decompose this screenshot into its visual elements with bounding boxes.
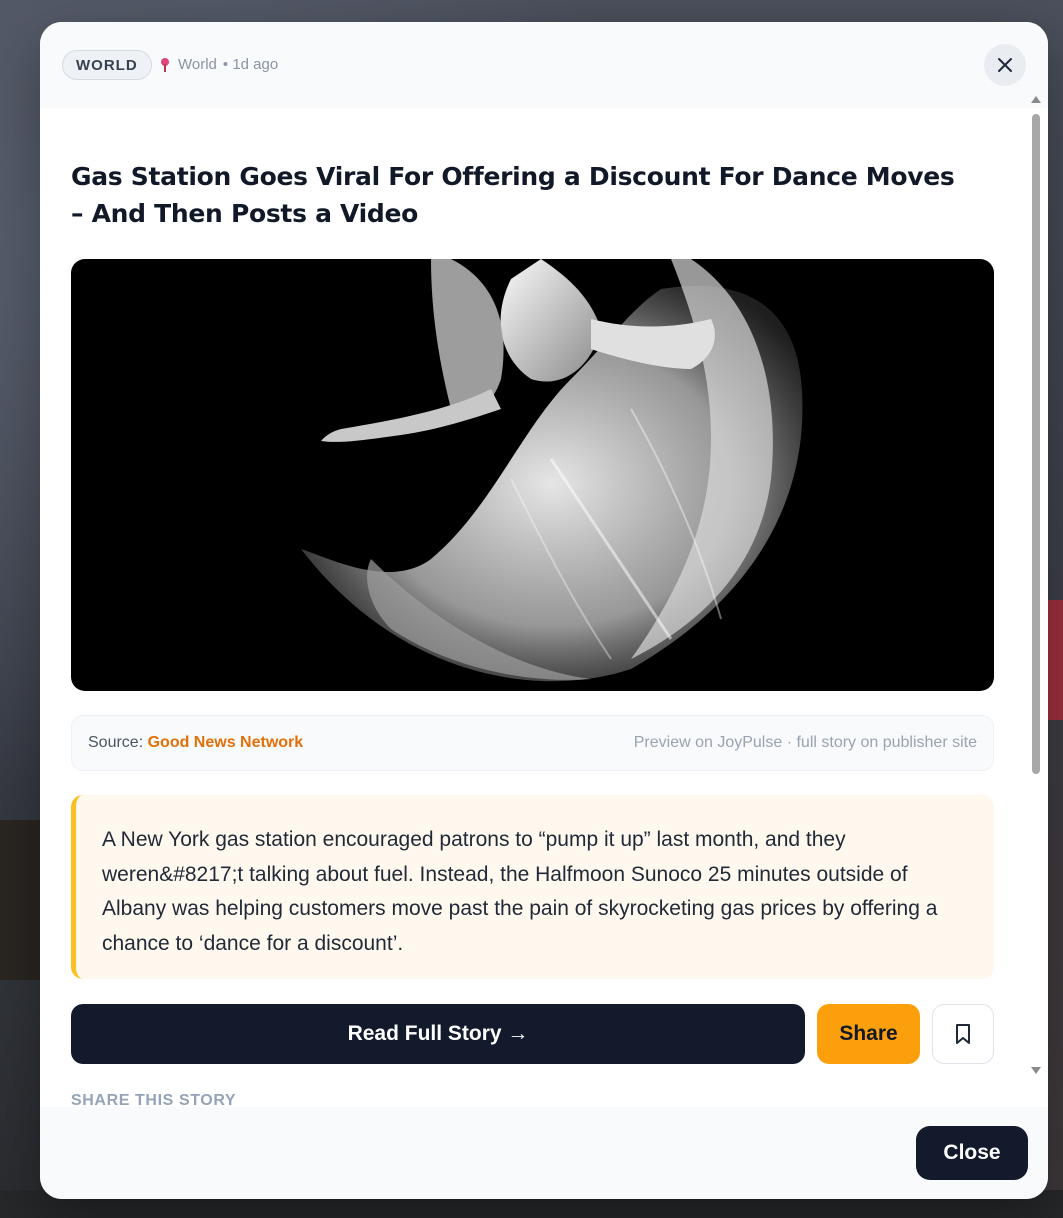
source-link[interactable]: Good News Network — [148, 734, 304, 751]
article-image — [71, 259, 994, 691]
share-section-heading: SHARE THIS STORY — [71, 1092, 237, 1107]
modal-body[interactable]: Gas Station Goes Viral For Offering a Di… — [40, 108, 1048, 1107]
bookmark-button[interactable] — [932, 1004, 994, 1064]
source-bar: Source: Good News Network Preview on Joy… — [71, 715, 994, 771]
dancer-image — [301, 259, 803, 682]
source-attribution: Source: Good News Network — [88, 734, 303, 752]
close-icon — [998, 58, 1012, 72]
scroll-up-arrow[interactable] — [1031, 96, 1041, 103]
age-label: • 1d ago — [222, 56, 279, 73]
share-button[interactable]: Share — [817, 1004, 920, 1064]
pin-icon — [160, 57, 170, 72]
action-row: Read Full Story → Share — [71, 1004, 994, 1064]
close-icon-button[interactable] — [984, 44, 1026, 86]
source-label: Source: — [88, 734, 144, 751]
article-modal: WORLD World • 1d ago Gas Station Goes Vi… — [40, 22, 1048, 1199]
bookmark-icon — [956, 1024, 970, 1044]
article-excerpt: A New York gas station encouraged patron… — [71, 795, 994, 979]
close-button[interactable]: Close — [916, 1126, 1028, 1180]
article-title: Gas Station Goes Viral For Offering a Di… — [71, 162, 955, 228]
scroll-thumb[interactable] — [1032, 114, 1040, 774]
preview-note: Preview on JoyPulse · full story on publ… — [633, 734, 977, 751]
article-meta: World • 1d ago — [160, 56, 278, 73]
scrollbar[interactable] — [1029, 92, 1043, 1078]
scroll-down-arrow[interactable] — [1031, 1067, 1041, 1074]
modal-footer: Close — [40, 1107, 1048, 1199]
modal-header: WORLD World • 1d ago — [40, 22, 1048, 108]
location-label: World — [178, 56, 217, 73]
category-badge: WORLD — [62, 50, 152, 80]
read-full-story-button[interactable]: Read Full Story → — [71, 1004, 805, 1064]
